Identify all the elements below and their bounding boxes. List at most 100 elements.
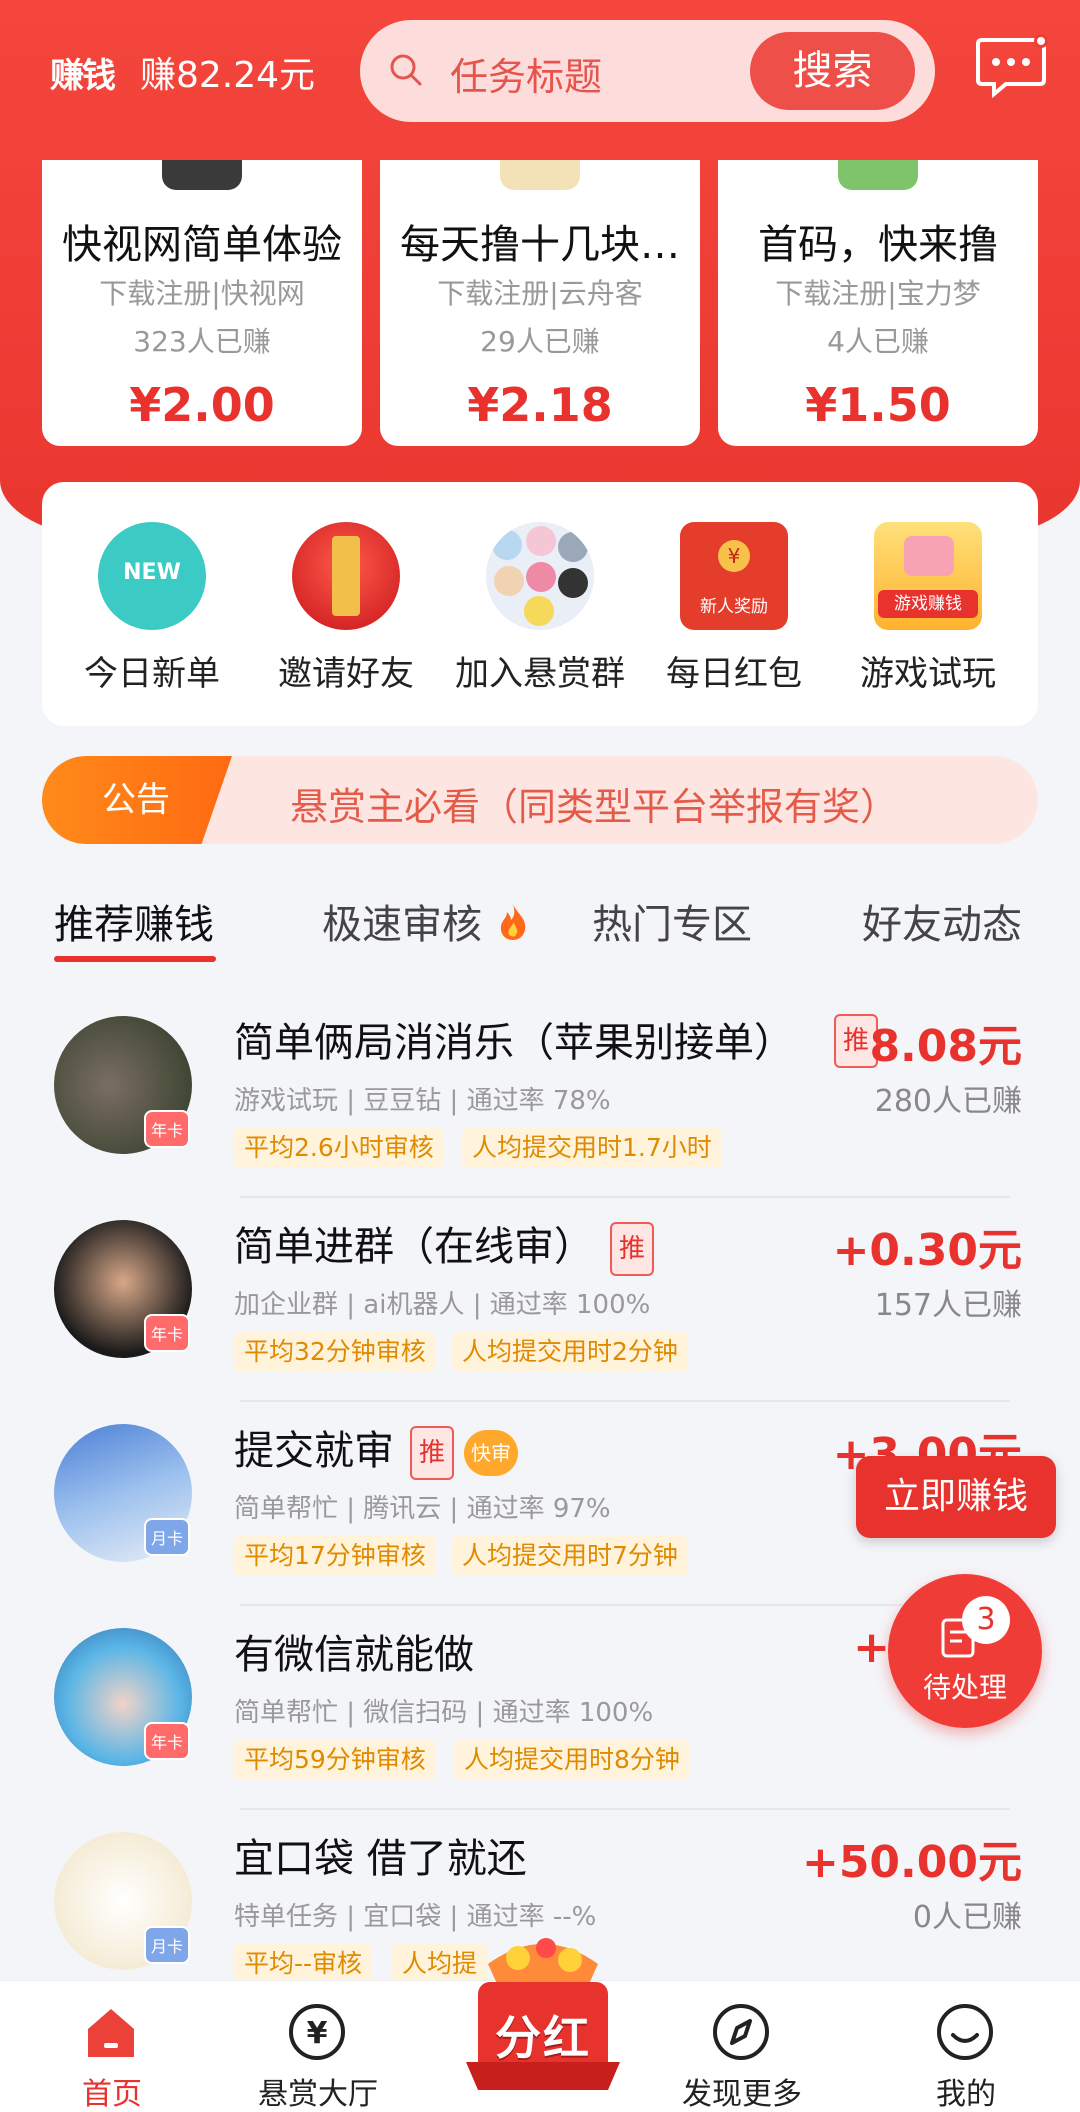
search-bar[interactable]: 任务标题 搜索 <box>360 20 935 122</box>
card-meta: 下载注册|快视网 <box>99 277 305 310</box>
featured-task-cards: 快视网简单体验 下载注册|快视网 323人已赚 ¥2.00 每天撸十几块… 下载… <box>0 160 1080 450</box>
card-thumbnail <box>500 160 580 190</box>
nav-home[interactable]: 首页 <box>22 1981 202 2112</box>
vip-badge: 年卡 <box>144 1110 190 1148</box>
featured-card[interactable]: 首码，快来撸 下载注册|宝力梦 4人已赚 ¥1.50 <box>718 160 1038 446</box>
new-orders-icon: NEW <box>98 522 206 630</box>
quick-invite-friends[interactable]: 邀请好友 <box>256 522 436 695</box>
tab-fast-review[interactable]: 极速审核 <box>322 892 531 950</box>
row-divider <box>240 1604 1010 1606</box>
task-reward: + <box>853 1622 890 1673</box>
dividend-button[interactable]: 分红 <box>458 1930 628 2102</box>
card-count: 29人已赚 <box>480 325 600 358</box>
card-title: 首码，快来撸 <box>758 222 998 268</box>
search-icon <box>390 54 422 86</box>
quick-new-orders[interactable]: NEW 今日新单 <box>62 522 242 695</box>
quick-label: 今日新单 <box>84 654 220 694</box>
row-divider <box>240 1196 1010 1198</box>
home-icon <box>88 2009 134 2057</box>
vip-badge: 月卡 <box>144 1518 190 1556</box>
row-divider <box>240 1400 1010 1402</box>
card-meta: 下载注册|云舟客 <box>437 277 643 310</box>
task-title: 宜口袋 借了就还 <box>234 1836 527 1882</box>
nav-label: 发现更多 <box>682 2077 802 2112</box>
compass-icon <box>713 2004 769 2060</box>
quick-daily-redpacket[interactable]: ¥ 新人奖励 每日红包 <box>644 522 824 695</box>
fast-review-tag: 快审 <box>464 1430 518 1476</box>
earned-count: 157人已赚 <box>874 1288 1022 1323</box>
vip-badge: 年卡 <box>144 1314 190 1352</box>
card-title: 每天撸十几块… <box>400 222 680 268</box>
nav-discover[interactable]: 发现更多 <box>652 1981 832 2112</box>
vip-badge: 月卡 <box>144 1926 190 1964</box>
task-title: 有微信就能做 <box>234 1632 474 1678</box>
row-divider <box>240 1808 1010 1810</box>
task-title: 简单俩局消消乐（苹果别接单） <box>234 1020 794 1066</box>
active-tab-indicator <box>54 956 216 962</box>
task-meta: 游戏试玩 | 豆豆钻 | 通过率 78% <box>234 1086 611 1116</box>
dividend-label: 分红 <box>495 2011 591 2065</box>
nav-reward-hall[interactable]: ¥ 悬赏大厅 <box>228 1981 408 2112</box>
review-time-chip: 平均--审核 <box>234 1944 373 1980</box>
card-price: ¥2.18 <box>467 378 613 432</box>
task-meta: 加企业群 | ai机器人 | 通过率 100% <box>234 1290 651 1320</box>
nav-label: 首页 <box>82 2077 142 2112</box>
pending-tasks-button[interactable]: 3 待处理 <box>888 1574 1042 1728</box>
task-reward: +0.30元 <box>832 1225 1022 1276</box>
task-reward: 8.08元 <box>869 1021 1022 1072</box>
task-meta: 特单任务 | 宜口袋 | 通过率 --% <box>234 1902 597 1932</box>
review-time-chip: 平均32分钟审核 <box>234 1332 436 1372</box>
submit-time-chip: 人均提交用时7分钟 <box>452 1536 688 1576</box>
top-bar: 赚钱 赚82.24元 任务标题 搜索 <box>0 0 1080 160</box>
nav-label: 我的 <box>936 2077 996 2112</box>
svg-text:¥: ¥ <box>307 2016 328 2051</box>
announcement-text: 悬赏主必看（同类型平台举报有奖） <box>290 785 899 829</box>
app-logo: 赚钱 <box>50 56 116 96</box>
nav-label: 悬赏大厅 <box>258 2077 378 2112</box>
tab-friend-activity[interactable]: 好友动态 <box>862 892 1022 950</box>
quick-game-trial[interactable]: 游戏赚钱 游戏试玩 <box>838 522 1018 695</box>
task-meta: 简单帮忙 | 微信扫码 | 通过率 100% <box>234 1698 654 1728</box>
vip-badge: 年卡 <box>144 1722 190 1760</box>
announcement-bar[interactable]: 公告 悬赏主必看（同类型平台举报有奖） <box>42 756 1038 844</box>
tab-hot-zone[interactable]: 热门专区 <box>592 892 752 950</box>
submit-time-chip: 人均提交用时8分钟 <box>454 1740 690 1780</box>
unread-dot <box>1034 34 1048 48</box>
quick-join-group[interactable]: 加入悬赏群 <box>450 522 630 695</box>
red-packet-icon: ¥ 新人奖励 <box>680 522 788 630</box>
earned-balance[interactable]: 赚82.24元 <box>140 46 315 98</box>
earned-count: 0人已赚 <box>912 1900 1022 1935</box>
task-row[interactable]: 年卡 简单进群（在线审）推 加企业群 | ai机器人 | 通过率 100% 平均… <box>0 1204 1080 1408</box>
group-avatars-icon <box>486 522 594 630</box>
invite-gift-icon <box>292 522 400 630</box>
featured-card[interactable]: 快视网简单体验 下载注册|快视网 323人已赚 ¥2.00 <box>42 160 362 446</box>
recommend-tag: 推 <box>610 1222 654 1276</box>
tab-recommended[interactable]: 推荐赚钱 <box>54 892 214 950</box>
search-button[interactable]: 搜索 <box>750 32 915 110</box>
card-thumbnail <box>162 160 242 190</box>
pending-label: 待处理 <box>922 1671 1007 1704</box>
smile-face-icon <box>937 2004 993 2060</box>
review-time-chip: 平均2.6小时审核 <box>234 1128 444 1168</box>
game-money-icon: 游戏赚钱 <box>874 522 982 630</box>
quick-label: 每日红包 <box>666 654 802 694</box>
submit-time-chip: 人均提交用时1.7小时 <box>462 1128 722 1168</box>
announcement-tag: 公告 <box>42 756 232 844</box>
task-row[interactable]: 年卡 简单俩局消消乐（苹果别接单） 推 游戏试玩 | 豆豆钻 | 通过率 78%… <box>0 1000 1080 1204</box>
card-count: 323人已赚 <box>133 325 271 358</box>
featured-card[interactable]: 每天撸十几块… 下载注册|云舟客 29人已赚 ¥2.18 <box>380 160 700 446</box>
card-meta: 下载注册|宝力梦 <box>775 277 981 310</box>
recommend-tag: 推 <box>410 1426 454 1480</box>
card-price: ¥1.50 <box>805 378 951 432</box>
earn-now-button[interactable]: 立即赚钱 <box>856 1456 1056 1538</box>
card-count: 4人已赚 <box>827 325 929 358</box>
task-reward: +50.00元 <box>801 1837 1022 1888</box>
submit-time-chip: 人均提交用时2分钟 <box>452 1332 688 1372</box>
nav-profile[interactable]: 我的 <box>876 1981 1056 2112</box>
quick-label: 邀请好友 <box>278 654 414 694</box>
yen-coin-icon: ¥ <box>289 2004 345 2060</box>
earned-count: 280人已赚 <box>874 1084 1022 1119</box>
search-input[interactable]: 任务标题 <box>450 46 602 101</box>
task-title: 提交就审推快审 <box>234 1418 518 1480</box>
quick-label: 游戏试玩 <box>860 654 996 694</box>
